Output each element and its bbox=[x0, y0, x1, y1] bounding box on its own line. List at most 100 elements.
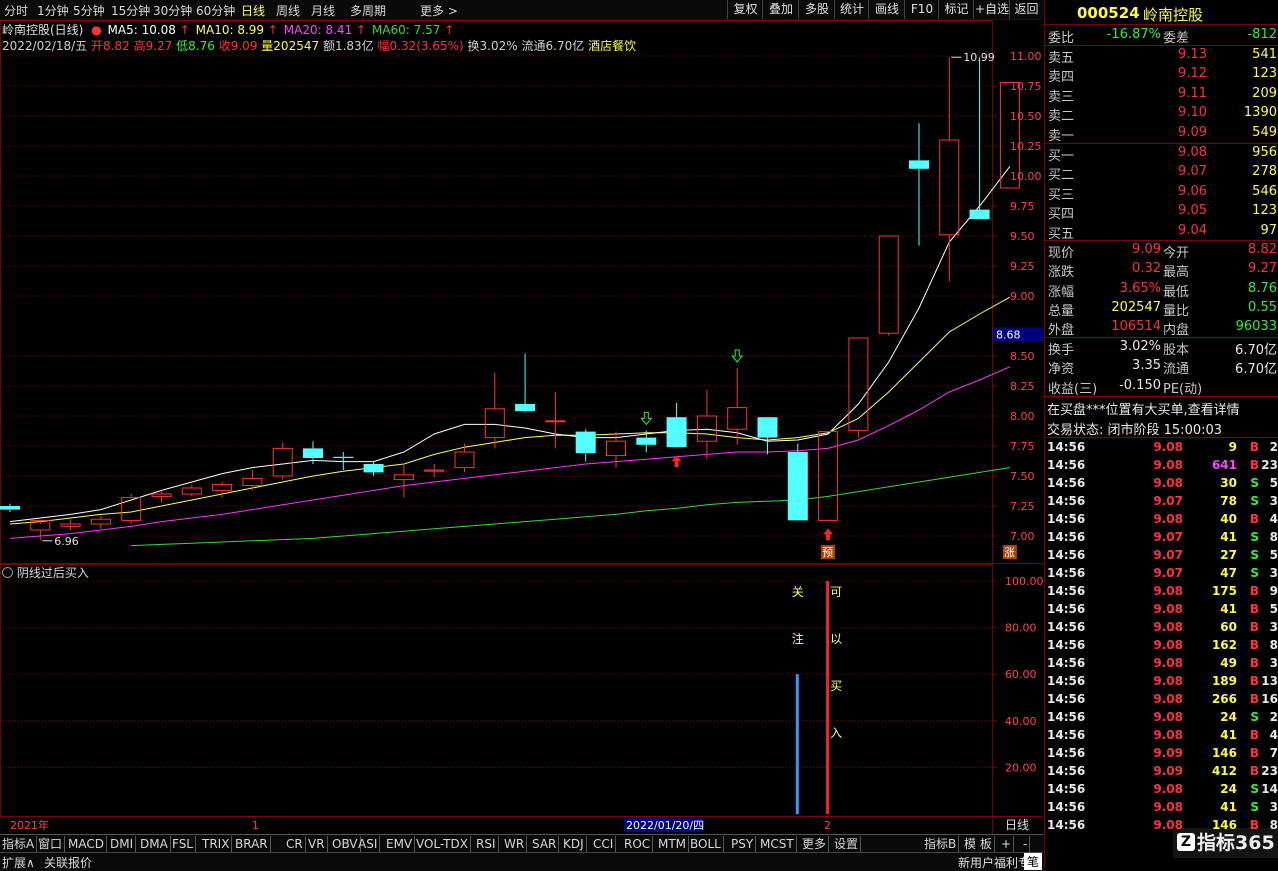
tick-row[interactable]: 14:56 9.08 49 B 3 bbox=[1045, 655, 1278, 673]
tick-row[interactable]: 14:56 9.08 41 S 3 bbox=[1045, 799, 1278, 817]
indicator-tab-24[interactable]: 更多 bbox=[800, 836, 830, 852]
toolbar-button-2[interactable]: 多股 bbox=[798, 0, 835, 19]
toolbar-button-0[interactable]: 复权 bbox=[727, 0, 763, 19]
indicator-tab-21[interactable]: BOLL bbox=[688, 836, 724, 852]
indicator-tab-15[interactable]: WR bbox=[502, 836, 528, 852]
buy-order-row[interactable]: 买五 9.04 97 bbox=[1045, 222, 1278, 242]
period-tab-1[interactable]: 1分钟 bbox=[37, 2, 69, 19]
period-tab-4[interactable]: 30分钟 bbox=[153, 2, 192, 19]
indicator-tab-4[interactable]: DMA bbox=[138, 836, 171, 852]
period-tab-9[interactable]: 多周期 bbox=[350, 2, 386, 19]
period-tab-8[interactable]: 月线 bbox=[311, 2, 335, 19]
tick-row[interactable]: 14:56 9.08 41 B 4 bbox=[1045, 727, 1278, 745]
indicator-tab-11[interactable]: ASI bbox=[356, 836, 381, 852]
quote-panel: 000524 岭南控股 委比 -16.87% 委差 -812 卖五 9.13 541… bbox=[1044, 0, 1278, 870]
period-tab-3[interactable]: 15分钟 bbox=[111, 2, 150, 19]
indicator-tick-label: 60.00 bbox=[1005, 668, 1037, 681]
indicator-right-tab-2[interactable]: + bbox=[999, 836, 1015, 852]
tick-row[interactable]: 14:56 9.07 41 S 8 bbox=[1045, 529, 1278, 547]
buy-order-row[interactable]: 买二 9.07 278 bbox=[1045, 163, 1278, 183]
tick-row[interactable]: 14:56 9.08 60 B 3 bbox=[1045, 619, 1278, 637]
buy-order-row[interactable]: 买三 9.06 546 bbox=[1045, 183, 1278, 203]
tick-row[interactable]: 14:56 9.07 47 S 3 bbox=[1045, 565, 1278, 583]
indicator-tab-19[interactable]: ROC bbox=[622, 836, 654, 852]
indicator-tab-0[interactable]: 指标A bbox=[0, 836, 38, 852]
sell-order-row[interactable]: 卖二 9.10 1390 bbox=[1045, 104, 1278, 124]
tick-row[interactable]: 14:56 9.08 41 B 5 bbox=[1045, 601, 1278, 619]
tick-row[interactable]: 14:56 9.09 146 B 7 bbox=[1045, 745, 1278, 763]
indicator-tab-16[interactable]: SAR bbox=[530, 836, 560, 852]
indicator-tab-13[interactable]: VOL-TDX bbox=[414, 836, 471, 852]
indicator-tab-23[interactable]: MCST bbox=[758, 836, 797, 852]
toolbar-button-4[interactable]: 画线 bbox=[868, 0, 905, 19]
ma-info-icon[interactable]: ● bbox=[91, 23, 101, 37]
period-tab-5[interactable]: 60分钟 bbox=[196, 2, 235, 19]
toolbar-button-6[interactable]: 标记 bbox=[938, 0, 974, 19]
indicator-tab-18[interactable]: CCI bbox=[591, 836, 617, 852]
kline-chart[interactable]: 11.0010.7510.5010.2510.009.759.509.259.0… bbox=[0, 20, 1043, 834]
period-tab-0[interactable]: 分时 bbox=[4, 2, 28, 19]
sell-order-row[interactable]: 卖五 9.13 541 bbox=[1045, 46, 1278, 66]
buy-order-row[interactable]: 买四 9.05 123 bbox=[1045, 202, 1278, 222]
x-axis-label: 1 bbox=[252, 819, 259, 832]
indicator-tab-8[interactable]: CR bbox=[284, 836, 306, 852]
indicator-tab-22[interactable]: PSY bbox=[729, 836, 757, 852]
tick-row[interactable]: 14:56 9.07 78 S 3 bbox=[1045, 493, 1278, 511]
tick-side: B bbox=[1249, 764, 1259, 778]
toolbar-button-5[interactable]: F10 bbox=[904, 0, 939, 19]
toolbar-button-8[interactable]: 返回 bbox=[1009, 0, 1043, 19]
tick-row[interactable]: 14:56 9.08 24 S 2 bbox=[1045, 709, 1278, 727]
indicator-tab-12[interactable]: EMV bbox=[384, 836, 416, 852]
tick-row[interactable]: 14:56 9.08 9 B 2 bbox=[1045, 439, 1278, 457]
related-quote-button[interactable]: 关联报价 bbox=[44, 854, 92, 871]
sell-order-row[interactable]: 卖三 9.11 209 bbox=[1045, 85, 1278, 105]
tick-row[interactable]: 14:56 9.08 175 B 9 bbox=[1045, 583, 1278, 601]
tick-row[interactable]: 14:56 9.08 40 B 4 bbox=[1045, 511, 1278, 529]
notice-row[interactable]: 在买盘***位置有大买单,查看详情 bbox=[1045, 398, 1278, 418]
stat-row: 外盘 106514 内盘 96033 bbox=[1045, 318, 1278, 338]
indicator-tab-5[interactable]: FSL bbox=[170, 836, 196, 852]
tick-row[interactable]: 14:56 9.08 189 B 13 bbox=[1045, 673, 1278, 691]
indicator-tab-17[interactable]: KDJ bbox=[561, 836, 587, 852]
tick-row[interactable]: 14:56 9.07 27 S 5 bbox=[1045, 547, 1278, 565]
expand-button[interactable]: 扩展∧ bbox=[2, 854, 35, 871]
sell-order-row[interactable]: 卖四 9.12 123 bbox=[1045, 65, 1278, 85]
indicator-title: 阴线过后买入 bbox=[16, 566, 89, 580]
indicator-tab-20[interactable]: MTM bbox=[656, 836, 690, 852]
tick-row[interactable]: 14:56 9.08 30 S 5 bbox=[1045, 475, 1278, 493]
indicator-right-tab-1[interactable]: 模 板 bbox=[962, 836, 995, 852]
period-tab-10[interactable]: 更多 > bbox=[420, 2, 458, 19]
indicator-tab-25[interactable]: 设置 bbox=[832, 836, 862, 852]
indicator-tab-3[interactable]: DMI bbox=[108, 836, 137, 852]
tick-time: 14:56 bbox=[1047, 800, 1086, 814]
indicator-header[interactable]: 阴线过后买入 bbox=[2, 564, 89, 580]
tick-row[interactable]: 14:56 9.09 412 B 23 bbox=[1045, 763, 1278, 781]
period-tab-7[interactable]: 周线 bbox=[276, 2, 300, 19]
tick-row[interactable]: 14:56 9.08 162 B 8 bbox=[1045, 637, 1278, 655]
indicator-tab-2[interactable]: MACD bbox=[66, 836, 107, 852]
indicator-tab-14[interactable]: RSI bbox=[474, 836, 499, 852]
sell-order-row[interactable]: 卖一 9.09 549 bbox=[1045, 124, 1278, 144]
tick-row[interactable]: 14:56 9.08 266 B 16 bbox=[1045, 691, 1278, 709]
indicator-right-tab-3[interactable]: - bbox=[1021, 836, 1031, 852]
indicator-right-tab-0[interactable]: 指标B bbox=[922, 836, 960, 852]
indicator-tab-6[interactable]: TRIX bbox=[200, 836, 233, 852]
tick-time: 14:56 bbox=[1047, 782, 1086, 796]
toolbar-button-1[interactable]: 叠加 bbox=[762, 0, 799, 19]
indicator-settings-icon[interactable] bbox=[2, 567, 13, 578]
toolbar-button-3[interactable]: 统计 bbox=[834, 0, 869, 19]
tick-row[interactable]: 14:56 9.08 24 S 14 bbox=[1045, 781, 1278, 799]
period-tab-2[interactable]: 5分钟 bbox=[73, 2, 105, 19]
indicator-text-attention: 注 bbox=[792, 631, 804, 646]
indicator-tab-1[interactable]: 窗口 bbox=[36, 836, 66, 852]
indicator-tab-7[interactable]: BRAR bbox=[233, 836, 271, 852]
big-order-notice[interactable]: 在买盘***位置有大买单,查看详情 bbox=[1047, 399, 1240, 418]
buy-level-label: 买三 bbox=[1048, 187, 1075, 203]
toolbar-button-7[interactable]: +自选 bbox=[973, 0, 1010, 19]
tick-row[interactable]: 14:56 9.08 641 B 23 bbox=[1045, 457, 1278, 475]
buy-order-row[interactable]: 买一 9.08 956 bbox=[1045, 144, 1278, 164]
period-tab-6[interactable]: 日线 bbox=[241, 2, 265, 19]
indicator-tab-9[interactable]: VR bbox=[306, 836, 328, 852]
input-method-box[interactable]: 笔 bbox=[1024, 853, 1042, 870]
candle-body-down bbox=[333, 456, 354, 458]
